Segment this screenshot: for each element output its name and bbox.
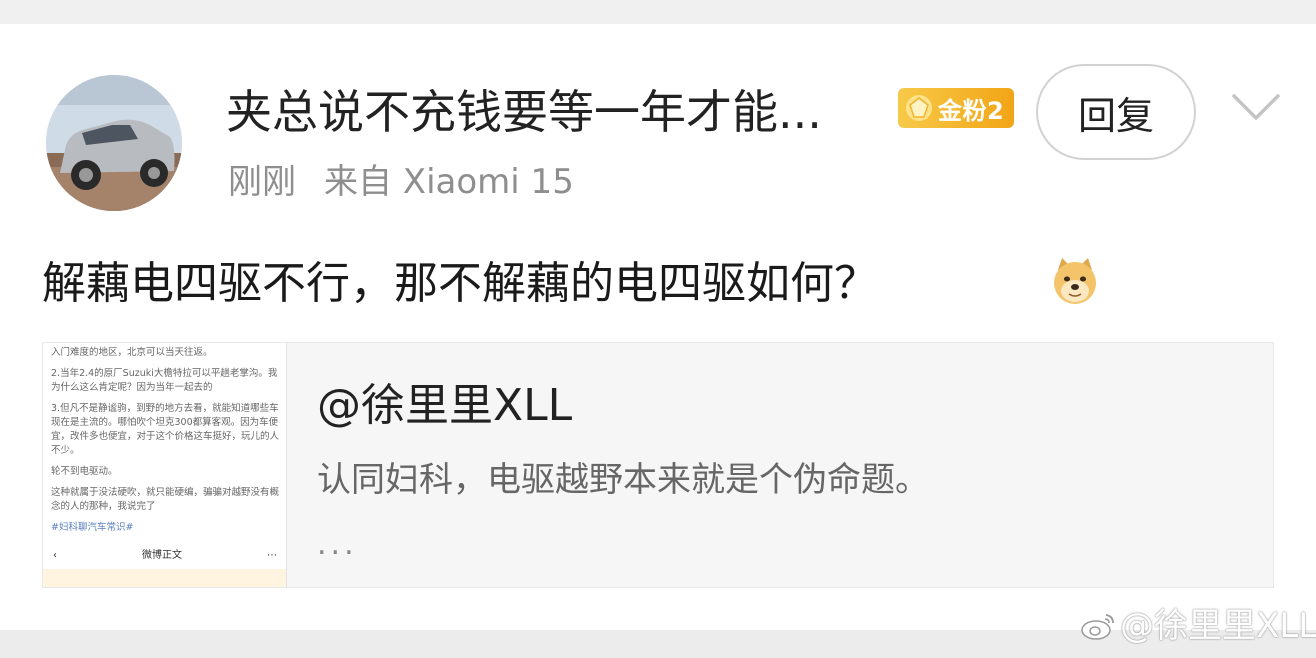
- thumbnail-footer: [43, 569, 286, 587]
- comment-source: 来自 Xiaomi 15: [324, 162, 574, 202]
- comment-meta: 刚刚 来自 Xiaomi 15: [228, 160, 574, 204]
- avatar[interactable]: [46, 75, 182, 211]
- quoted-user-name[interactable]: @徐里里XLL: [317, 379, 572, 433]
- thumbnail-line: 2.当年2.4的原厂Suzuki大檐特拉可以平趟老掌沟。我为什么这么肯定呢？因为…: [51, 368, 278, 393]
- thumbnail-nav-bar: ‹ 微博正文 ⋯: [43, 543, 286, 569]
- badge-label: 金粉2: [938, 96, 1005, 125]
- comment-author-name[interactable]: 夹总说不充钱要等一年才能...: [226, 84, 822, 140]
- comment-text: 解藕电四驱不行，那不解藕的电四驱如何？: [42, 258, 878, 309]
- quoted-text: 认同妇科，电驱越野本来就是个伪命题。: [317, 460, 929, 500]
- top-divider: [0, 0, 1316, 24]
- weibo-logo-icon: [1081, 614, 1114, 640]
- thumbnail-line: 入门难度的地区，北京可以当天往返。: [51, 347, 213, 358]
- reply-button[interactable]: 回复: [1036, 64, 1196, 160]
- gem-icon: [906, 95, 932, 121]
- thumbnail-nav-title: 微博正文: [142, 550, 182, 561]
- thumbnail-line: 轮不到电驱动。: [51, 466, 118, 477]
- watermark-text: @徐里里XLL: [1120, 606, 1316, 646]
- quoted-more-ellipsis: ...: [317, 527, 358, 562]
- chevron-down-icon[interactable]: [1230, 92, 1282, 122]
- thumbnail-line: 这种就属于没法硬吹，就只能硬编，骗骗对越野没有概念的人的那种，我说完了: [51, 487, 280, 512]
- watermark: @徐里里XLL: [1080, 604, 1316, 648]
- quoted-post-card[interactable]: 入门难度的地区，北京可以当天往返。 2.当年2.4的原厂Suzuki大檐特拉可以…: [42, 342, 1274, 588]
- thumbnail-line: 3.但凡不是静谧驹，到野的地方去看，就能知道哪些车现在是主流的。哪怕吹个坦克30…: [51, 403, 280, 456]
- quoted-post-thumbnail[interactable]: 入门难度的地区，北京可以当天往返。 2.当年2.4的原厂Suzuki大檐特拉可以…: [43, 343, 287, 587]
- doge-emoji-icon: [1054, 258, 1096, 304]
- back-icon: ‹: [53, 550, 57, 561]
- more-icon: ⋯: [267, 550, 277, 561]
- car-photo-avatar: [46, 75, 182, 211]
- thumbnail-hashtag: #妇科聊汽车常识#: [51, 522, 134, 533]
- comment-time: 刚刚: [228, 162, 296, 202]
- fan-level-badge[interactable]: 金粉2: [898, 88, 1014, 128]
